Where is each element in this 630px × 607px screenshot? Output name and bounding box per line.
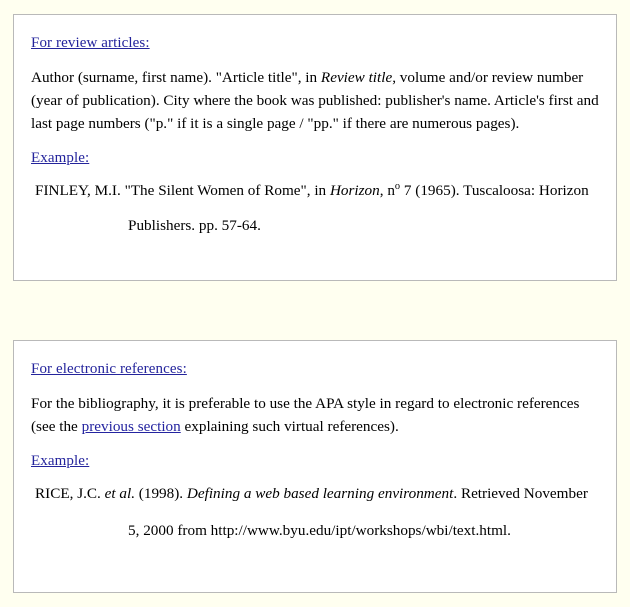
electronic-references-heading: For electronic references: xyxy=(31,361,187,377)
rice-seg1: RICE, J.C. xyxy=(35,485,105,502)
review-articles-body: Author (surname, first name). "Article t… xyxy=(25,66,605,135)
review-articles-box-inner: For review articles: Author (surname, fi… xyxy=(13,14,617,281)
page-root: For review articles: Author (surname, fi… xyxy=(0,0,630,607)
review-articles-box: For review articles: Author (surname, fi… xyxy=(13,14,617,281)
review-title-italic: Review title xyxy=(320,69,393,86)
rice-seg2: (1998). xyxy=(135,485,187,502)
review-articles-example-label-row: Example: xyxy=(25,149,605,167)
review-articles-heading: For review articles: xyxy=(31,35,150,51)
electronic-references-box: For electronic references: For the bibli… xyxy=(13,340,617,593)
finley-line2-text: Publishers. pp. 57-64. xyxy=(128,217,261,234)
electronic-references-example-label-row: Example: xyxy=(25,452,605,470)
previous-section-link[interactable]: previous section xyxy=(82,418,181,435)
et-al-italic: et al. xyxy=(104,485,135,502)
electronic-references-box-inner: For electronic references: For the bibli… xyxy=(13,340,617,593)
electronic-body-seg2: explaining such virtual references). xyxy=(180,418,399,435)
finley-seg1: FINLEY, M.I. "The Silent Women of Rome",… xyxy=(35,182,330,199)
rice-line2-text: 5, 2000 from http://www.byu.edu/ipt/work… xyxy=(128,522,511,539)
finley-seg3: 7 (1965). Tuscaloosa: Horizon xyxy=(400,182,589,199)
finley-seg2: , n xyxy=(379,182,395,199)
review-articles-example-line2: Publishers. pp. 57-64. xyxy=(25,214,605,237)
electronic-references-heading-row: For electronic references: xyxy=(25,360,605,378)
review-articles-example-label: Example: xyxy=(31,150,90,166)
review-articles-body-seg1: Author (surname, first name). "Article t… xyxy=(31,69,321,86)
review-articles-heading-row: For review articles: xyxy=(25,34,605,52)
horizon-italic: Horizon xyxy=(329,182,380,199)
electronic-references-example-label: Example: xyxy=(31,453,90,469)
rice-seg3: . Retrieved November xyxy=(453,485,588,502)
electronic-references-body: For the bibliography, it is preferable t… xyxy=(25,392,605,438)
work-title-italic: Defining a web based learning environmen… xyxy=(186,485,454,502)
electronic-references-example-line1: RICE, J.C. et al. (1998). Defining a web… xyxy=(25,482,605,505)
review-articles-example-line1: FINLEY, M.I. "The Silent Women of Rome",… xyxy=(25,179,605,202)
electronic-references-example-line2: 5, 2000 from http://www.byu.edu/ipt/work… xyxy=(25,519,605,542)
